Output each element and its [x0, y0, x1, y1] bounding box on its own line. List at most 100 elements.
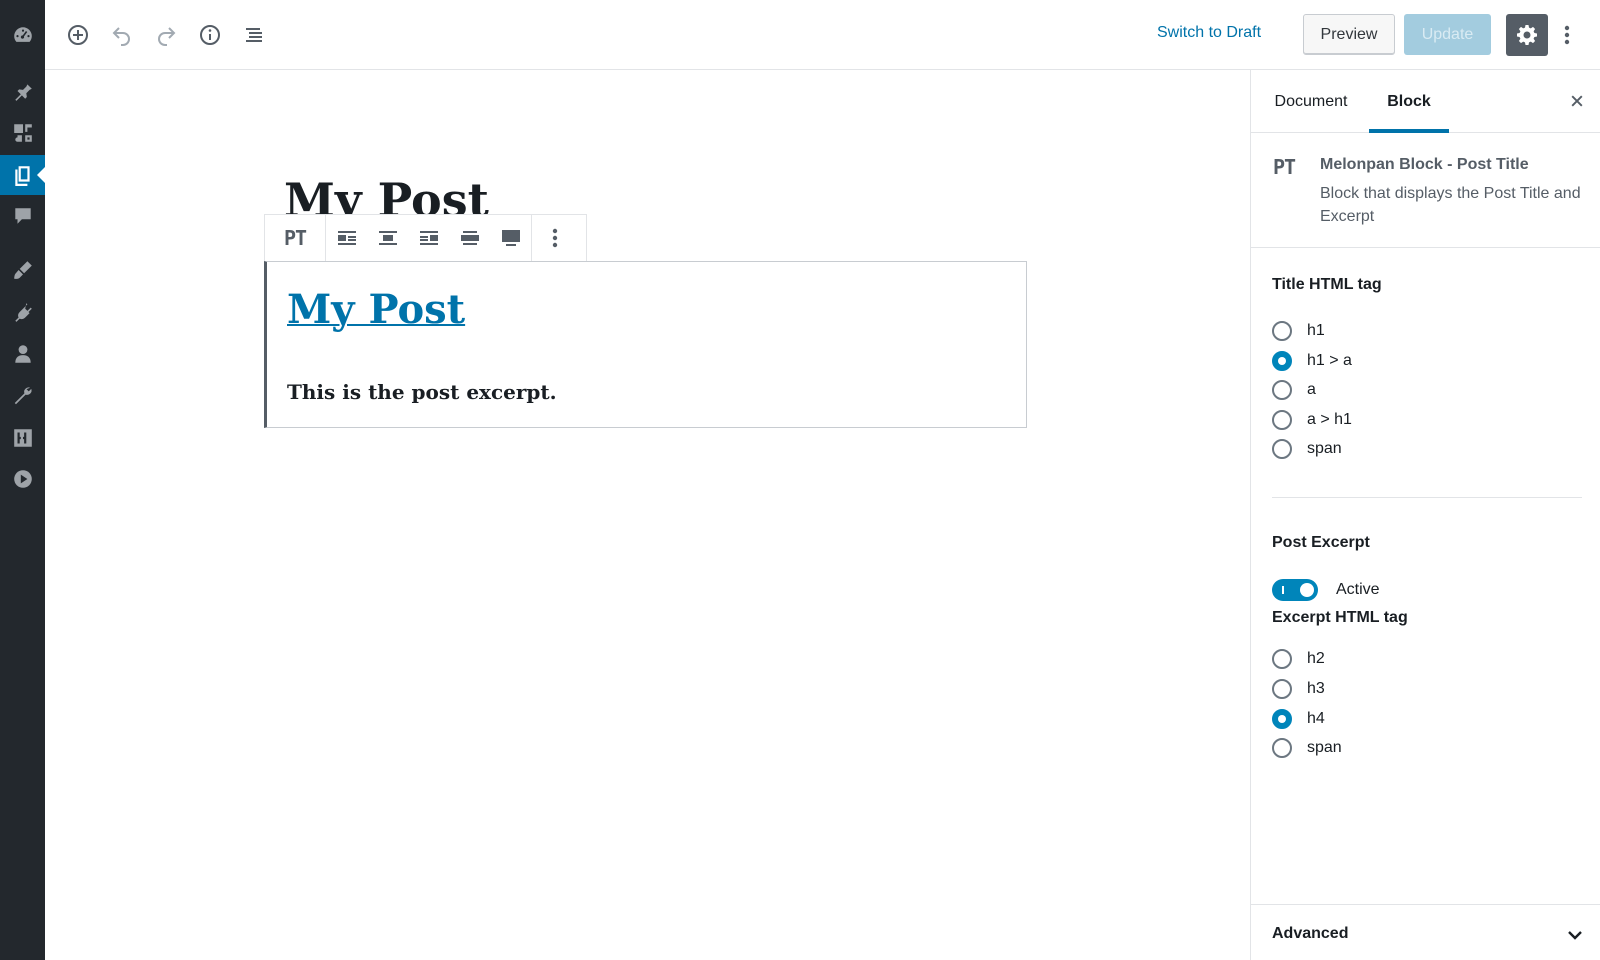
full-width-button[interactable] [490, 215, 531, 261]
excerpt-tag-heading: Excerpt HTML tag [1272, 609, 1408, 626]
advanced-panel-label: Advanced [1272, 925, 1349, 942]
radio-button[interactable] [1272, 738, 1292, 758]
switch-to-draft-link[interactable]: Switch to Draft [1157, 24, 1261, 42]
alignment-group [326, 215, 532, 261]
tools-icon [14, 387, 32, 405]
align-left-icon [337, 231, 356, 245]
excerpt-tag-option-span[interactable]: span [1272, 736, 1342, 760]
admin-sidebar [0, 0, 45, 960]
radio-label: h3 [1307, 680, 1325, 697]
close-sidebar-button[interactable] [1566, 90, 1588, 112]
list-icon [246, 28, 262, 42]
add-block-button[interactable] [62, 19, 94, 51]
post-title[interactable]: My Post [284, 168, 489, 216]
radio-button[interactable] [1272, 321, 1292, 341]
comments-menu-item[interactable] [0, 196, 45, 236]
media-menu-item[interactable] [0, 113, 45, 153]
appearance-menu-item[interactable] [0, 250, 45, 290]
redo-icon [158, 27, 176, 46]
title-tag-option-h1[interactable]: h1 [1272, 319, 1325, 343]
advanced-panel-toggle[interactable]: Advanced [1251, 904, 1600, 960]
block-switcher-group: PT [265, 215, 326, 261]
editor-header: Switch to Draft Preview Update [45, 0, 1600, 70]
radio-label: h4 [1307, 710, 1325, 727]
more-vertical-icon [552, 228, 557, 248]
post-title-block-icon: PT [283, 226, 307, 250]
block-more-options-button[interactable] [532, 215, 577, 261]
info-icon [200, 25, 220, 45]
posts-menu-item[interactable] [0, 71, 45, 111]
wide-width-icon [460, 231, 479, 245]
undo-button[interactable] [106, 19, 138, 51]
content-info-button[interactable] [194, 19, 226, 51]
close-icon [1571, 95, 1583, 107]
tab-document[interactable]: Document [1271, 70, 1351, 133]
radio-label: a > h1 [1307, 411, 1352, 428]
post-excerpt-toggle[interactable] [1272, 579, 1318, 601]
block-navigation-button[interactable] [238, 19, 270, 51]
preview-button[interactable]: Preview [1303, 14, 1395, 55]
align-right-icon [419, 231, 438, 245]
undo-icon [112, 27, 130, 46]
radio-button[interactable] [1272, 649, 1292, 669]
more-vertical-icon [1564, 25, 1570, 45]
radio-label: h1 [1307, 322, 1325, 339]
radio-label: span [1307, 739, 1342, 756]
title-tag-option-a-h1[interactable]: a > h1 [1272, 408, 1352, 432]
title-tag-option-span[interactable]: span [1272, 437, 1342, 461]
block-toolbar: PT [264, 214, 587, 262]
settings-menu-item[interactable] [0, 418, 45, 458]
full-width-icon [501, 230, 520, 246]
tools-menu-item[interactable] [0, 376, 45, 416]
align-left-button[interactable] [326, 215, 367, 261]
pages-menu-item[interactable] [0, 155, 45, 195]
settings-button[interactable] [1506, 14, 1548, 56]
play-icon [13, 470, 32, 488]
title-tag-option-a[interactable]: a [1272, 378, 1316, 402]
radio-button[interactable] [1272, 679, 1292, 699]
title-tag-option-h1-a[interactable]: h1 > a [1272, 349, 1352, 373]
pages-icon [14, 166, 30, 186]
toggle-on-indicator [1282, 586, 1284, 594]
align-center-button[interactable] [367, 215, 408, 261]
video-menu-item[interactable] [0, 459, 45, 499]
post-excerpt-toggle-label: Active [1336, 581, 1380, 598]
settings-sidebar: Document Block PT Melonpan Block - Post … [1250, 70, 1600, 960]
block-card-title: Melonpan Block - Post Title [1320, 156, 1529, 173]
wide-width-button[interactable] [449, 215, 490, 261]
radio-label: h1 > a [1307, 352, 1352, 369]
more-options-group [532, 215, 577, 261]
align-right-button[interactable] [408, 215, 449, 261]
plugins-menu-item[interactable] [0, 292, 45, 332]
radio-button[interactable] [1272, 439, 1292, 459]
dashboard-menu-item[interactable] [0, 15, 45, 55]
post-title-block[interactable]: My Post This is the post excerpt. [264, 261, 1027, 428]
radio-label: h2 [1307, 650, 1325, 667]
gear-icon [1517, 25, 1537, 45]
radio-button-checked[interactable] [1272, 709, 1292, 729]
panel-divider [1272, 497, 1582, 498]
chevron-down-icon [1568, 931, 1582, 940]
block-post-title-link[interactable]: My Post [287, 286, 465, 333]
post-excerpt-heading: Post Excerpt [1272, 534, 1370, 551]
radio-button-checked[interactable] [1272, 351, 1292, 371]
redo-button[interactable] [150, 19, 182, 51]
update-button[interactable]: Update [1404, 14, 1491, 55]
excerpt-tag-option-h2[interactable]: h2 [1272, 647, 1325, 671]
tab-block[interactable]: Block [1369, 70, 1449, 133]
align-center-icon [378, 231, 397, 245]
users-icon [14, 345, 31, 363]
radio-label: span [1307, 440, 1342, 457]
pin-icon [14, 82, 32, 101]
block-card-description: Block that displays the Post Title and E… [1320, 185, 1581, 225]
users-menu-item[interactable] [0, 334, 45, 374]
block-switcher-button[interactable]: PT [265, 215, 325, 261]
more-menu-button[interactable] [1557, 19, 1577, 51]
title-tag-heading: Title HTML tag [1272, 276, 1382, 293]
settings-sliders-icon [13, 429, 32, 447]
radio-button[interactable] [1272, 410, 1292, 430]
comments-icon [14, 208, 31, 224]
radio-button[interactable] [1272, 380, 1292, 400]
excerpt-tag-option-h3[interactable]: h3 [1272, 677, 1325, 701]
excerpt-tag-option-h4[interactable]: h4 [1272, 707, 1325, 731]
